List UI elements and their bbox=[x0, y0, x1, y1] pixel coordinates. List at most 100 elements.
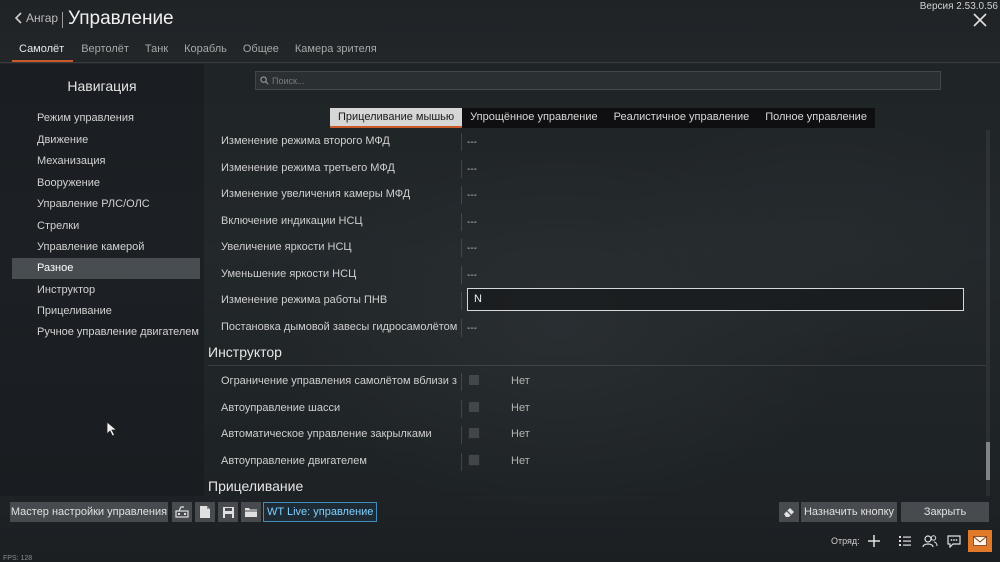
section-title: Инструктор bbox=[208, 344, 282, 360]
setting-row[interactable]: Автоуправление шасси Нет bbox=[204, 399, 986, 425]
binding-value: --- bbox=[467, 217, 477, 228]
chevron-left-icon bbox=[14, 12, 22, 24]
setting-row[interactable]: Автоматическое управление закрылками Нет bbox=[204, 425, 986, 451]
binding-row[interactable]: Изменение режима третьего МФД --- bbox=[204, 159, 986, 185]
setting-label: Автоуправление шасси bbox=[221, 402, 341, 414]
footer: FPS: 128 Отряд: bbox=[0, 528, 1000, 562]
eraser-icon bbox=[784, 508, 794, 517]
close-button[interactable]: Закрыть bbox=[901, 502, 989, 522]
binding-row[interactable]: Постановка дымовой завесы гидросамолётом… bbox=[204, 318, 986, 344]
nav-item-manual-engine[interactable]: Ручное управление двигателем bbox=[12, 322, 200, 343]
folder-icon bbox=[245, 508, 257, 517]
wt-live-controls-link[interactable]: WT Live: управление bbox=[263, 502, 378, 522]
back-to-hangar-button[interactable]: Ангар bbox=[14, 11, 58, 25]
save-preset-button[interactable] bbox=[218, 502, 238, 522]
tab-ship[interactable]: Корабль bbox=[176, 40, 235, 62]
back-label: Ангар bbox=[26, 11, 59, 25]
binding-label: Уменьшение яркости НСЦ bbox=[221, 268, 357, 280]
checkbox-value: Нет bbox=[511, 428, 530, 440]
assign-button[interactable]: Назначить кнопку bbox=[801, 502, 897, 522]
binding-label: Изменение увеличения камеры МФД bbox=[221, 188, 411, 200]
header-separator bbox=[62, 12, 63, 28]
mail-button[interactable] bbox=[968, 530, 992, 552]
checkbox[interactable] bbox=[468, 427, 480, 439]
setting-row[interactable]: Ограничение управления самолётом вблизи … bbox=[204, 372, 986, 398]
section-aiming: Прицеливание bbox=[208, 478, 986, 494]
gamepad-icon bbox=[175, 506, 189, 518]
binding-label: Изменение режима третьего МФД bbox=[221, 162, 395, 174]
reset-binding-button[interactable] bbox=[779, 502, 799, 522]
tab-spectator-camera[interactable]: Камера зрителя bbox=[287, 40, 385, 62]
fps-counter: FPS: 128 bbox=[3, 555, 33, 562]
setting-row[interactable]: Автоуправление двигателем Нет bbox=[204, 452, 986, 478]
nav-item-misc[interactable]: Разное bbox=[12, 258, 200, 279]
nav-item-weapons[interactable]: Вооружение bbox=[12, 173, 200, 194]
open-preset-button[interactable] bbox=[241, 502, 261, 522]
binding-row[interactable]: Изменение режима второго МФД --- bbox=[204, 132, 986, 158]
tab-realistic[interactable]: Реалистичное управление bbox=[606, 108, 758, 128]
mouse-cursor-icon bbox=[106, 421, 118, 437]
list-button[interactable] bbox=[897, 533, 913, 549]
binding-label: Изменение режима второго МФД bbox=[221, 135, 390, 147]
controls-wizard-button[interactable]: Мастер настройки управления bbox=[10, 502, 168, 522]
page-title: Управление bbox=[68, 8, 174, 29]
navigation-title: Навигация bbox=[67, 78, 137, 94]
checkbox-value: Нет bbox=[511, 402, 530, 414]
setting-label: Автоуправление двигателем bbox=[221, 455, 367, 467]
search-icon bbox=[260, 76, 269, 85]
binding-value: --- bbox=[467, 270, 477, 281]
checkbox[interactable] bbox=[468, 374, 480, 386]
tab-general[interactable]: Общее bbox=[235, 40, 287, 62]
mail-icon bbox=[973, 536, 987, 546]
tab-helicopter[interactable]: Вертолёт bbox=[73, 40, 137, 62]
tab-tank[interactable]: Танк bbox=[137, 40, 176, 62]
search-input[interactable] bbox=[272, 75, 872, 86]
nav-item-camera[interactable]: Управление камерой bbox=[12, 237, 200, 258]
search-bar bbox=[255, 71, 941, 90]
tab-aircraft[interactable]: Самолёт bbox=[12, 40, 74, 62]
header: Ангар Управление Версия 2.53.0.56 bbox=[0, 0, 1000, 40]
squad-label: Отряд: bbox=[831, 536, 860, 546]
nav-item-gunners[interactable]: Стрелки bbox=[12, 216, 200, 237]
nav-item-mechanization[interactable]: Механизация bbox=[12, 151, 200, 172]
checkbox[interactable] bbox=[468, 454, 480, 466]
section-title: Прицеливание bbox=[208, 478, 304, 494]
checkbox-value: Нет bbox=[511, 455, 530, 467]
close-icon[interactable] bbox=[972, 12, 988, 28]
binding-row[interactable]: Включение индикации НСЦ --- bbox=[204, 212, 986, 238]
nav-item-aiming[interactable]: Прицеливание bbox=[12, 301, 200, 322]
binding-value: --- bbox=[467, 137, 477, 148]
binding-value: --- bbox=[467, 164, 477, 175]
section-instructor: Инструктор bbox=[208, 344, 986, 366]
add-squad-member-button[interactable] bbox=[866, 533, 882, 549]
binding-label: Изменение режима работы ПНВ bbox=[221, 294, 388, 306]
binding-row[interactable]: Увеличение яркости НСЦ --- bbox=[204, 238, 986, 264]
key-binding-field[interactable]: N bbox=[467, 288, 964, 311]
gamepad-settings-button[interactable] bbox=[172, 502, 192, 522]
tab-simplified[interactable]: Упрощённое управление bbox=[462, 108, 605, 128]
binding-row-selected[interactable]: Изменение режима работы ПНВ N bbox=[204, 288, 986, 317]
tab-mouse-aim[interactable]: Прицеливание мышью bbox=[330, 108, 463, 128]
nav-item-control-mode[interactable]: Режим управления bbox=[12, 108, 200, 129]
checkbox-value: Нет bbox=[511, 375, 530, 387]
binding-label: Постановка дымовой завесы гидросамолётом bbox=[221, 321, 458, 333]
setting-label: Ограничение управления самолётом вблизи … bbox=[221, 375, 457, 387]
bindings-list: Изменение режима второго МФД --- Изменен… bbox=[204, 130, 986, 496]
nav-item-movement[interactable]: Движение bbox=[12, 130, 200, 151]
contacts-icon bbox=[922, 535, 938, 548]
list-icon bbox=[899, 536, 911, 546]
binding-value: --- bbox=[467, 243, 477, 254]
nav-item-instructor[interactable]: Инструктор bbox=[12, 280, 200, 301]
checkbox[interactable] bbox=[468, 401, 480, 413]
chat-icon bbox=[947, 535, 961, 548]
version-label: Версия 2.53.0.56 bbox=[919, 1, 998, 12]
binding-row[interactable]: Изменение увеличения камеры МФД --- bbox=[204, 185, 986, 211]
contacts-button[interactable] bbox=[922, 533, 938, 549]
nav-item-radar[interactable]: Управление РЛС/ОЛС bbox=[12, 194, 200, 215]
chat-button[interactable] bbox=[946, 533, 962, 549]
new-preset-button[interactable] bbox=[195, 502, 215, 522]
tab-full[interactable]: Полное управление bbox=[757, 108, 875, 128]
scrollbar[interactable] bbox=[986, 130, 990, 496]
scrollbar-thumb[interactable] bbox=[986, 442, 990, 480]
binding-label: Включение индикации НСЦ bbox=[221, 215, 363, 227]
